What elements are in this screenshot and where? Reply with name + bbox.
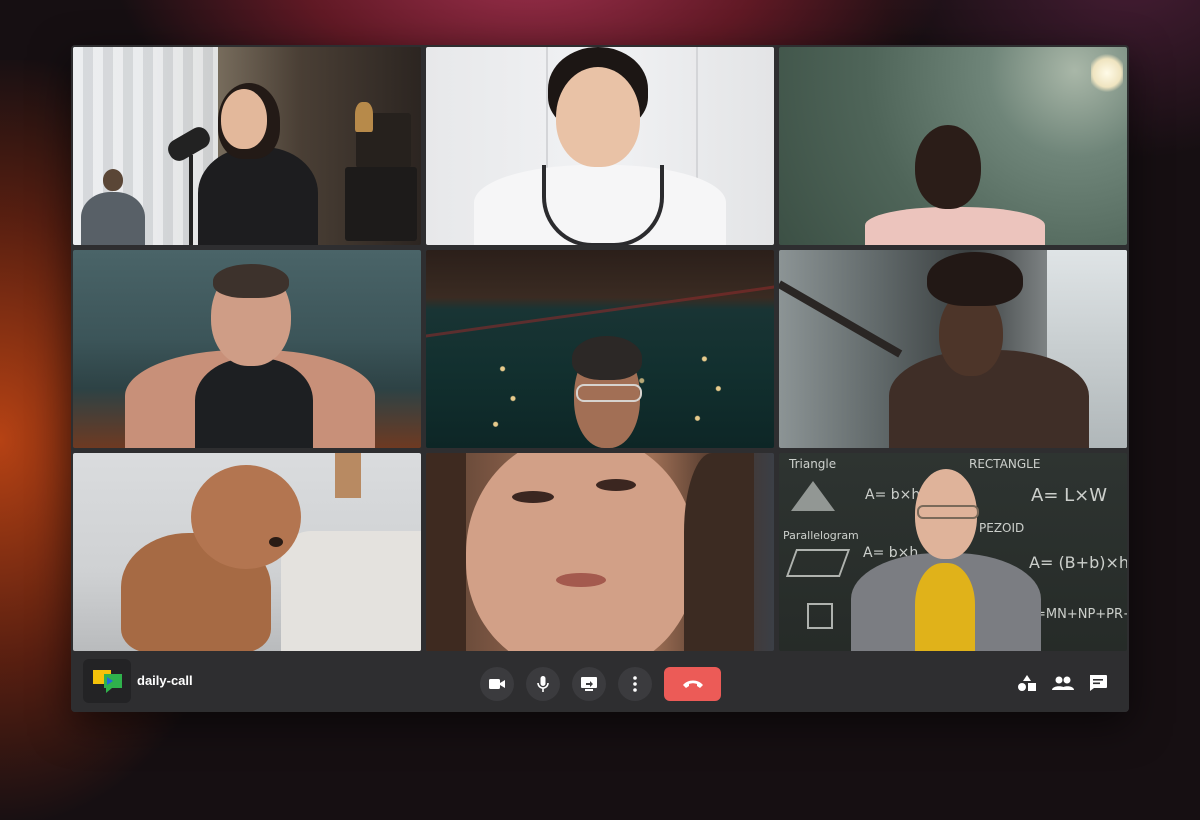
participant-tile-doctor[interactable] — [426, 47, 774, 245]
video-call-window: Triangle A= b×h / 2 RECTANGLE A= L×W Par… — [71, 45, 1129, 712]
chat-button[interactable] — [1086, 671, 1110, 695]
end-call-button[interactable] — [664, 667, 721, 701]
woman-face — [466, 453, 696, 651]
participant-tile-singer[interactable] — [73, 47, 421, 245]
poodle-nose — [269, 537, 283, 547]
teacher-sweater — [915, 563, 975, 651]
mic-stand — [189, 155, 193, 245]
teacher-glasses — [917, 505, 979, 519]
tank-top — [195, 358, 313, 448]
chalk-trapezoid-formula: A= (B+b)×h / 2 — [1029, 553, 1127, 572]
doctor-head — [556, 67, 640, 167]
sofa — [281, 531, 421, 651]
man-head — [915, 125, 981, 209]
lamp — [355, 102, 373, 132]
people-icon — [1052, 676, 1074, 690]
participant-tile-woman-closeup[interactable] — [426, 453, 774, 651]
chalk-rectangle: RECTANGLE — [969, 457, 1041, 471]
participants-button[interactable] — [1051, 671, 1075, 695]
hair-left — [426, 453, 466, 651]
participant-tile-swimmer[interactable] — [426, 250, 774, 448]
lips — [556, 573, 606, 587]
call-toolbar: daily-call — [71, 651, 1129, 712]
guitarist-head — [103, 169, 123, 191]
chat-play-logo-icon — [93, 670, 122, 693]
call-name: daily-call — [137, 673, 193, 688]
chalk-bottom-formula: =MN+NP+PR+ — [1035, 607, 1127, 622]
camera-icon — [489, 679, 505, 689]
young-man-hair — [213, 264, 289, 298]
battle-rope — [779, 280, 903, 358]
hang-up-icon — [682, 680, 703, 688]
participant-tile-teacher[interactable]: Triangle A= b×h / 2 RECTANGLE A= L×W Par… — [779, 453, 1127, 651]
square-drawing — [807, 603, 833, 629]
triangle-drawing — [791, 481, 835, 511]
wall-lamp — [1091, 53, 1123, 93]
goggles — [576, 384, 642, 402]
amplifier — [345, 167, 417, 241]
more-options-button[interactable] — [618, 667, 652, 701]
participant-tile-athlete[interactable] — [779, 250, 1127, 448]
left-eye — [512, 491, 554, 503]
microphone-icon — [537, 676, 549, 692]
parallelogram-drawing — [785, 549, 851, 577]
stethoscope — [542, 165, 664, 245]
screen-share-icon — [581, 677, 597, 691]
chalk-parallelogram: Parallelogram — [783, 529, 859, 542]
microphone-button[interactable] — [526, 667, 560, 701]
right-eye — [596, 479, 636, 491]
chalk-trapezoid: PEZOID — [979, 521, 1025, 535]
participant-tile-young-man[interactable] — [73, 250, 421, 448]
chalk-triangle: Triangle — [789, 457, 837, 471]
screen-share-button[interactable] — [572, 667, 606, 701]
shapes-button[interactable] — [1015, 671, 1039, 695]
man-body — [865, 207, 1045, 245]
poodle-head — [191, 465, 301, 569]
shapes-icon — [1018, 675, 1036, 691]
camera-button[interactable] — [480, 667, 514, 701]
daily-call-logo — [83, 659, 131, 703]
shelf — [335, 453, 361, 498]
chat-icon — [1090, 675, 1107, 691]
athlete-hair — [927, 252, 1023, 306]
hair-right — [684, 453, 754, 651]
more-options-icon — [633, 676, 637, 692]
participant-tile-poodle[interactable] — [73, 453, 421, 651]
chalk-rectangle-formula: A= L×W — [1031, 485, 1108, 506]
swim-cap — [572, 336, 642, 380]
participant-tile-smiling-man[interactable] — [779, 47, 1127, 245]
singer-head — [221, 89, 267, 149]
participant-grid: Triangle A= b×h / 2 RECTANGLE A= L×W Par… — [73, 47, 1127, 651]
singer-body — [198, 147, 318, 245]
guitarist-body — [81, 192, 145, 245]
